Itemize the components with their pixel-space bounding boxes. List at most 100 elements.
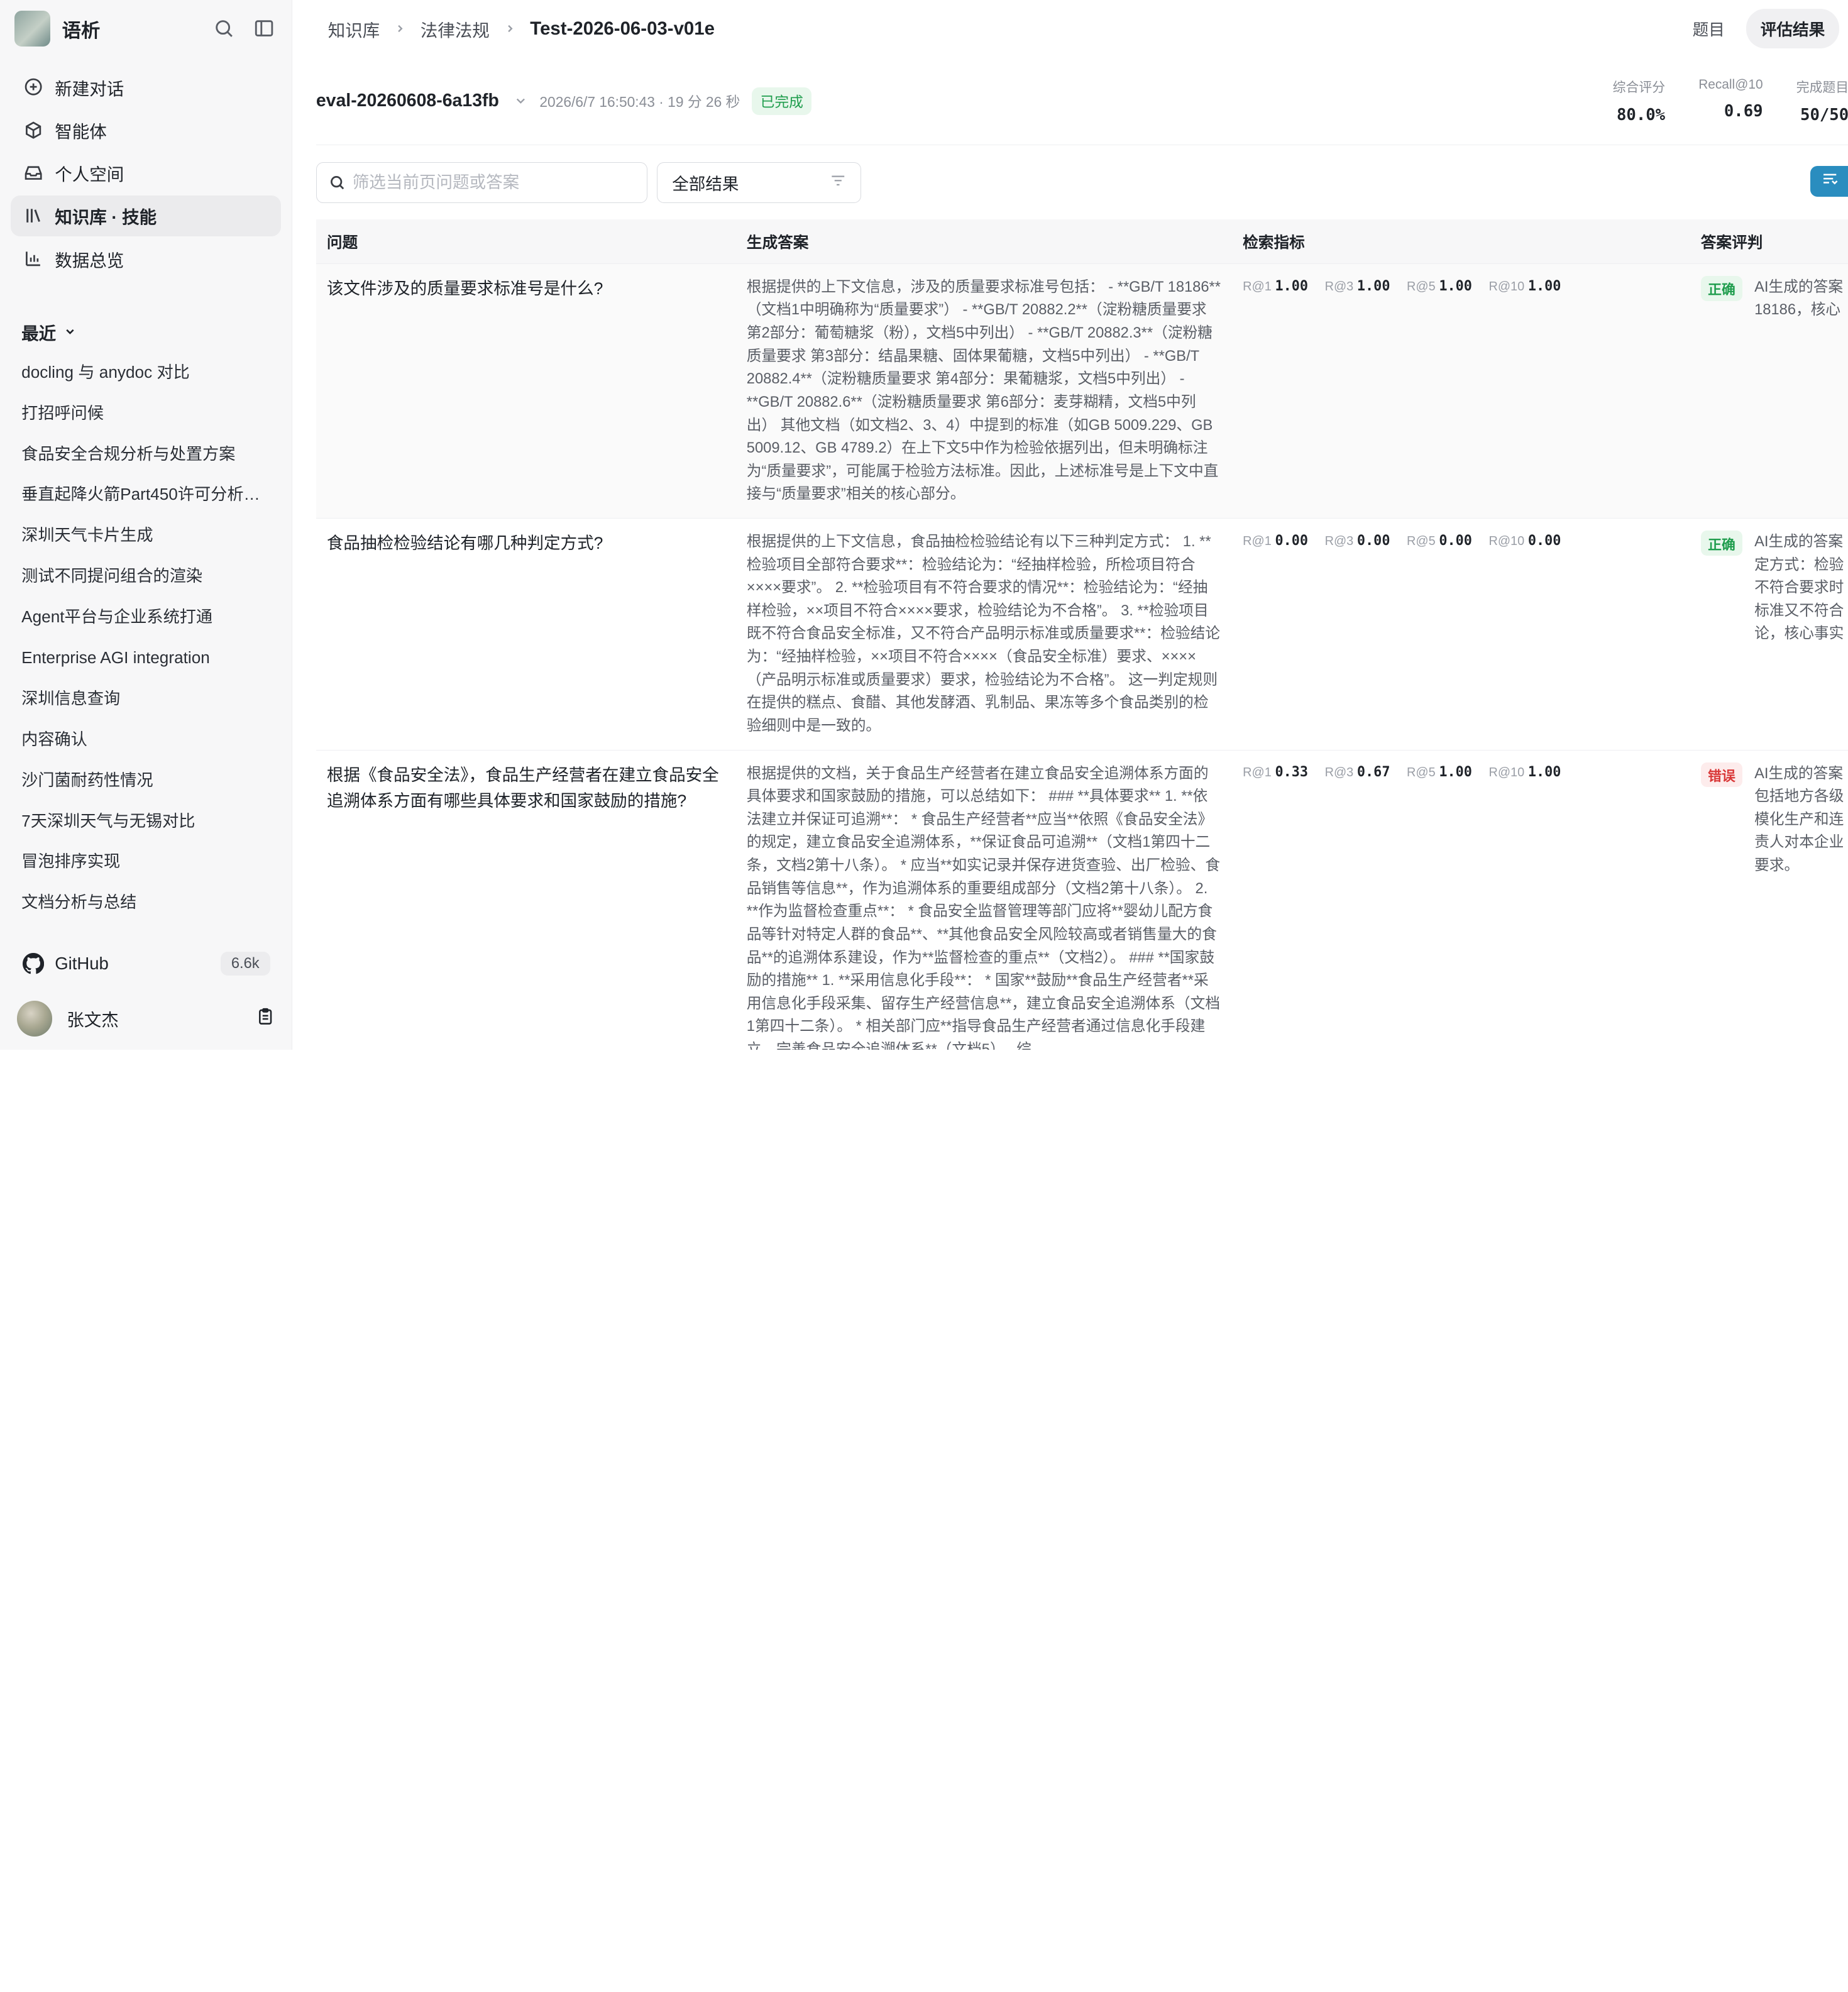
metric-key: R@10 — [1488, 280, 1524, 294]
metric-key: R@3 — [1325, 534, 1354, 548]
filter-icon — [830, 172, 847, 194]
metric-value: 50/50 — [1796, 106, 1848, 124]
nav-item-dashboard[interactable]: 数据总览 — [11, 238, 281, 279]
recent-item[interactable]: 食品安全合规分析与处置方案 — [12, 434, 280, 475]
eval-id: eval-20260608-6a13fb — [316, 91, 499, 111]
verdict-badge: 正确 — [1701, 276, 1742, 301]
select-value: 全部结果 — [672, 170, 829, 195]
table-row[interactable]: 食品抽检检验结论有哪几种判定方式? 根据提供的上下文信息，食品抽检检验结论有以下… — [316, 519, 1848, 751]
sidebar-toggle-icon[interactable] — [251, 16, 277, 42]
table-row[interactable]: 根据《食品安全法》，食品生产经营者在建立食品安全追溯体系方面有哪些具体要求和国家… — [316, 750, 1848, 1050]
breadcrumb-current: Test-2026-06-03-v01e — [530, 18, 715, 40]
bar-chart-icon — [23, 248, 44, 270]
judgement: 正确 AI生成的答案 18186，核心 — [1701, 276, 1844, 322]
tab-results[interactable]: 评估结果 — [1746, 9, 1839, 49]
eval-metrics: 综合评分 80.0% Recall@10 0.69 完成题目 50/50 — [1580, 77, 1848, 124]
tab-questions[interactable]: 题目 — [1678, 9, 1739, 49]
verdict-badge: 错误 — [1701, 762, 1742, 788]
github-stars-badge: 6.6k — [221, 952, 270, 976]
metric-completed: 完成题目 50/50 — [1796, 77, 1848, 124]
metric-label: 完成题目 — [1796, 77, 1848, 96]
metric-val: 0.00 — [1439, 533, 1472, 549]
nav-item-label: 知识库 · 技能 — [55, 203, 157, 228]
metric-label: Recall@10 — [1698, 77, 1763, 92]
metric-key: R@5 — [1407, 534, 1436, 548]
nav-item-agents[interactable]: 智能体 — [11, 110, 281, 151]
recent-item[interactable]: Enterprise AGI integration — [12, 637, 280, 678]
question-text: 食品抽检检验结论有哪几种判定方式? — [327, 531, 725, 557]
sort-button[interactable] — [1810, 166, 1848, 197]
recent-section-toggle[interactable]: 最近 — [21, 319, 292, 344]
metric-val: 1.00 — [1528, 278, 1561, 294]
recent-item[interactable]: 深圳信息查询 — [12, 678, 280, 719]
main-panel: 知识库 法律法规 Test-2026-06-03-v01e 题目 评估结果 ev… — [292, 0, 1848, 1050]
metric-val: 1.00 — [1528, 764, 1561, 780]
recall-metric: R@31.00 — [1325, 278, 1390, 294]
user-profile[interactable]: 张文杰 — [14, 993, 277, 1045]
breadcrumb-mid[interactable]: 法律法规 — [421, 16, 490, 41]
metric-overall-score: 综合评分 80.0% — [1613, 77, 1665, 124]
chevron-down-icon[interactable] — [514, 94, 528, 108]
metric-key: R@10 — [1488, 766, 1524, 779]
recall-metric: R@50.00 — [1407, 533, 1472, 549]
recent-item[interactable]: 深圳天气卡片生成 — [12, 515, 280, 556]
recent-item[interactable]: docling 与 anydoc 对比 — [12, 352, 280, 393]
nav-item-label: 数据总览 — [55, 246, 124, 272]
recent-item[interactable]: Greeting — [12, 923, 280, 935]
recent-item[interactable]: 垂直起降火箭Part450许可分析报告 — [12, 474, 280, 515]
search-icon[interactable] — [211, 16, 237, 42]
filter-bar: 全部结果 — [316, 145, 1848, 219]
recall-metric: R@51.00 — [1407, 278, 1472, 294]
metric-val: 1.00 — [1357, 278, 1390, 294]
metric-key: R@3 — [1325, 766, 1354, 779]
recall-metric: R@11.00 — [1243, 278, 1308, 294]
question-text: 根据《食品安全法》，食品生产经营者在建立食品安全追溯体系方面有哪些具体要求和国家… — [327, 762, 725, 815]
recent-item[interactable]: 打招呼问候 — [12, 393, 280, 434]
metric-val: 1.00 — [1275, 278, 1308, 294]
nav-item-knowledge-base[interactable]: 知识库 · 技能 — [11, 195, 281, 236]
topbar: 知识库 法律法规 Test-2026-06-03-v01e 题目 评估结果 — [292, 0, 1848, 57]
cube-icon — [23, 119, 44, 141]
metric-value: 0.69 — [1698, 102, 1763, 121]
app-logo[interactable] — [14, 11, 50, 47]
result-filter-select[interactable]: 全部结果 — [657, 162, 861, 203]
verdict-badge: 正确 — [1701, 531, 1742, 556]
recall-metric: R@30.67 — [1325, 764, 1390, 780]
judgement: 正确 AI生成的答案 定方式：检验 不符合要求时 标准又不符合 论，核心事实 — [1701, 531, 1844, 646]
recent-item[interactable]: 文档分析与总结 — [12, 882, 280, 923]
recall-metric: R@30.00 — [1325, 533, 1390, 549]
recent-item[interactable]: 沙门菌耐药性情况 — [12, 760, 280, 801]
breadcrumb: 知识库 法律法规 Test-2026-06-03-v01e — [328, 16, 1671, 41]
recent-item[interactable]: 冒泡排序实现 — [12, 841, 280, 882]
judgement-text: AI生成的答案 18186，核心 — [1754, 276, 1844, 322]
nav-item-personal-space[interactable]: 个人空间 — [11, 153, 281, 194]
clipboard-icon[interactable] — [256, 1007, 275, 1030]
breadcrumb-root[interactable]: 知识库 — [328, 16, 380, 41]
user-name: 张文杰 — [67, 1006, 256, 1031]
metric-val: 1.00 — [1439, 764, 1472, 780]
recent-item[interactable]: 内容确认 — [12, 719, 280, 760]
retrieval-metrics: R@11.00 R@31.00 R@51.00 R@10 1.00 — [1243, 276, 1680, 294]
header-judgement: 答案评判 — [1690, 219, 1848, 263]
table-row[interactable]: 该文件涉及的质量要求标准号是什么? 根据提供的上下文信息，涉及的质量要求标准号包… — [316, 263, 1848, 518]
github-link[interactable]: GitHub 6.6k — [14, 945, 277, 983]
status-badge: 已完成 — [752, 87, 811, 115]
nav-item-label: 智能体 — [55, 118, 107, 143]
inbox-icon — [23, 162, 44, 184]
search-input[interactable] — [353, 173, 635, 192]
metric-label: 综合评分 — [1613, 77, 1665, 96]
metric-val: 0.00 — [1357, 533, 1390, 549]
nav-item-new-chat[interactable]: 新建对话 — [11, 67, 281, 107]
app-root: 语析 新建对话 智能体 个人空间 知识库 · 技能 — [0, 0, 1848, 1050]
recall-metric: R@10 1.00 — [1488, 764, 1561, 780]
avatar[interactable] — [17, 1001, 53, 1037]
content-area: eval-20260608-6a13fb 2026/6/7 16:50:43 ·… — [292, 57, 1848, 1050]
recent-item[interactable]: 测试不同提问组合的渲染 — [12, 556, 280, 597]
recent-item[interactable]: 7天深圳天气与无锡对比 — [12, 801, 280, 842]
recall-metric: R@10.33 — [1243, 764, 1308, 780]
recall-metric: R@51.00 — [1407, 764, 1472, 780]
recent-item[interactable]: Agent平台与企业系统打通 — [12, 597, 280, 637]
search-icon — [329, 174, 346, 191]
recent-list: docling 与 anydoc 对比 打招呼问候 食品安全合规分析与处置方案 … — [0, 352, 292, 935]
search-box — [316, 162, 648, 203]
